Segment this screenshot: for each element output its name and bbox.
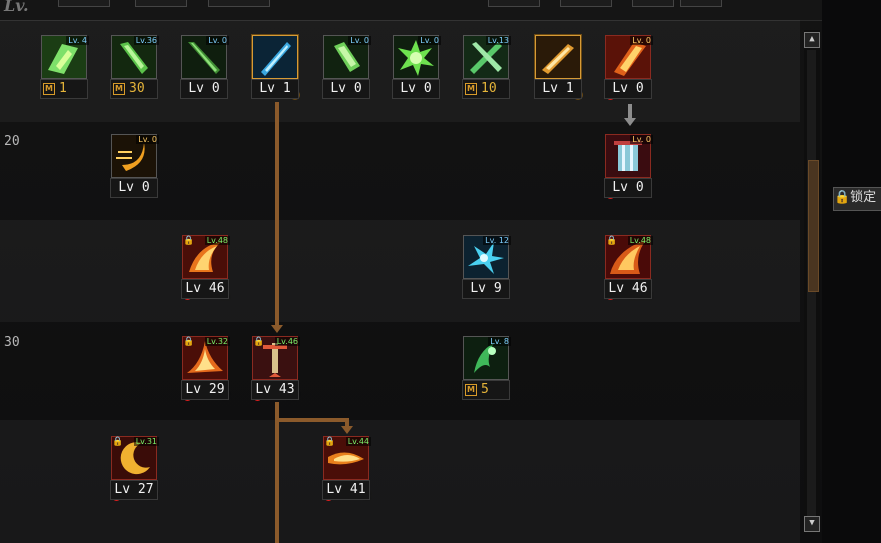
skill-slot[interactable]: Lv. 0 ! Lv 0	[604, 35, 654, 101]
lock-icon: 🔒	[324, 437, 336, 447]
lock-icon: 🔒	[253, 337, 265, 347]
skill-caption: M5	[462, 380, 510, 400]
top-tab[interactable]	[488, 0, 540, 7]
skill-level-badge: Lv. 0	[348, 36, 371, 45]
tree-connector	[275, 418, 349, 422]
row-level-20: 20	[4, 134, 20, 149]
skill-level-badge: Lv.46	[274, 337, 300, 346]
skill-slot[interactable]: Lv. 8 M5	[462, 336, 512, 402]
skill-caption: Lv 46	[181, 279, 229, 299]
skill-slot[interactable]: Lv. 0 Lv 0	[322, 35, 372, 101]
row-band	[0, 322, 800, 420]
skill-slot[interactable]: 🔒 Lv.31 ! W Lv 27	[110, 436, 160, 502]
skill-level-badge: Lv. 4	[66, 36, 89, 45]
skill-level-badge: Lv.31	[133, 437, 159, 446]
skill-slot[interactable]: 🔒 Lv.48 ! A Lv 46	[181, 235, 231, 301]
skill-level-badge: Lv.13	[485, 36, 511, 45]
top-tab[interactable]	[680, 0, 722, 7]
lock-icon: 🔒	[183, 337, 195, 347]
skill-caption: Lv 1	[534, 79, 582, 99]
skill-level-badge: Lv. 12	[483, 236, 511, 245]
mastery-icon: M	[465, 83, 477, 95]
skill-level-badge: Lv.44	[345, 437, 371, 446]
skill-slot[interactable]: Lv. 0 Lv 0	[110, 134, 160, 200]
skill-tree-panel: Lv. 20 30 Lv. 4 M1 Lv.36 M 30 Lv. 0 Lv 0…	[0, 0, 822, 543]
skill-caption: Lv 0	[392, 79, 440, 99]
row-level-30: 30	[4, 335, 20, 350]
skill-level-badge: Lv.48	[204, 236, 230, 245]
skill-caption: M1	[40, 79, 88, 99]
skill-level-badge: Lv. 0	[206, 36, 229, 45]
skill-caption: Lv 0	[604, 178, 652, 198]
mastery-icon: M	[465, 384, 477, 396]
lock-icon: 🔒	[183, 236, 195, 246]
skill-level-badge: Lv. 0	[418, 36, 441, 45]
skill-slot[interactable]: 🔒 Lv.32 ! F Lv 29	[181, 336, 231, 402]
skill-caption: Lv 1	[251, 79, 299, 99]
skill-caption: Lv 0	[180, 79, 228, 99]
lock-icon: 🔒	[606, 236, 618, 246]
scroll-up-button[interactable]: ▲	[804, 32, 820, 48]
scroll-down-button[interactable]: ▼	[804, 516, 820, 532]
skill-caption: Lv 0	[110, 178, 158, 198]
scroll-track[interactable]	[807, 50, 819, 516]
top-tab[interactable]	[135, 0, 187, 7]
row-band	[0, 220, 800, 322]
skill-slot[interactable]: Lv. 0 ! Lv 0	[604, 134, 654, 200]
top-tab[interactable]	[58, 0, 110, 7]
mastery-icon: M	[43, 83, 55, 95]
skill-slot[interactable]: 🔒 Lv.44 ! E Lv 41	[322, 436, 372, 502]
skill-tree-scrollbar[interactable]: ▲ ▼	[804, 30, 820, 533]
skill-caption: M 10	[462, 79, 510, 99]
skill-slot[interactable]: Lv.36 M 30	[110, 35, 160, 101]
skill-slot[interactable]: Lv 1	[251, 35, 301, 101]
skill-level-badge: Lv. 0	[630, 135, 653, 144]
tree-connector	[628, 104, 632, 118]
skill-caption: Lv 0	[322, 79, 370, 99]
skill-slot[interactable]: Lv. 0 Lv 0	[392, 35, 442, 101]
mastery-icon: M	[113, 83, 125, 95]
skill-slot[interactable]: 🔒 Lv.48 ! Shift Lv 46	[604, 235, 654, 301]
top-tab[interactable]	[560, 0, 612, 7]
tree-connector	[275, 402, 279, 543]
connector-arrow	[271, 325, 283, 333]
lock-icon: 🔒	[112, 437, 124, 447]
skill-caption: M 30	[110, 79, 158, 99]
skill-caption: Lv 0	[604, 79, 652, 99]
skill-slot[interactable]: Lv. 4 M1	[40, 35, 90, 101]
skill-slot[interactable]: Lv 1	[534, 35, 584, 101]
skill-level-badge: Lv. 0	[630, 36, 653, 45]
skill-caption: Lv 43	[251, 380, 299, 400]
skill-slot[interactable]: Lv. 12 Lv 9	[462, 235, 512, 301]
tree-connector	[275, 102, 279, 326]
top-tab[interactable]	[208, 0, 270, 7]
connector-arrow	[624, 118, 636, 126]
lock-toggle-button[interactable]: 🔒锁定	[833, 187, 881, 211]
connector-arrow	[341, 426, 353, 434]
skill-slot[interactable]: Lv.13 M 10	[462, 35, 512, 101]
level-column-label: Lv.	[4, 0, 29, 15]
skill-level-badge: Lv.48	[627, 236, 653, 245]
top-tab[interactable]	[632, 0, 674, 7]
skill-caption: Lv 46	[604, 279, 652, 299]
skill-caption: Lv 9	[462, 279, 510, 299]
skill-level-badge: Lv.32	[204, 337, 230, 346]
skill-level-badge: Lv. 8	[488, 337, 511, 346]
skill-caption: Lv 29	[181, 380, 229, 400]
golden-slash-icon	[535, 35, 581, 79]
skill-caption: Lv 27	[110, 480, 158, 500]
blue-sword-icon	[252, 35, 298, 79]
skill-caption: Lv 41	[322, 480, 370, 500]
scroll-thumb[interactable]	[808, 160, 819, 292]
skill-tree-header: Lv.	[0, 0, 822, 21]
skill-level-badge: Lv. 0	[136, 135, 159, 144]
skill-slot[interactable]: 🔒 Lv.46 ! FF Lv 43	[251, 336, 301, 402]
skill-slot[interactable]: Lv. 0 Lv 0	[180, 35, 230, 101]
skill-level-badge: Lv.36	[133, 36, 159, 45]
